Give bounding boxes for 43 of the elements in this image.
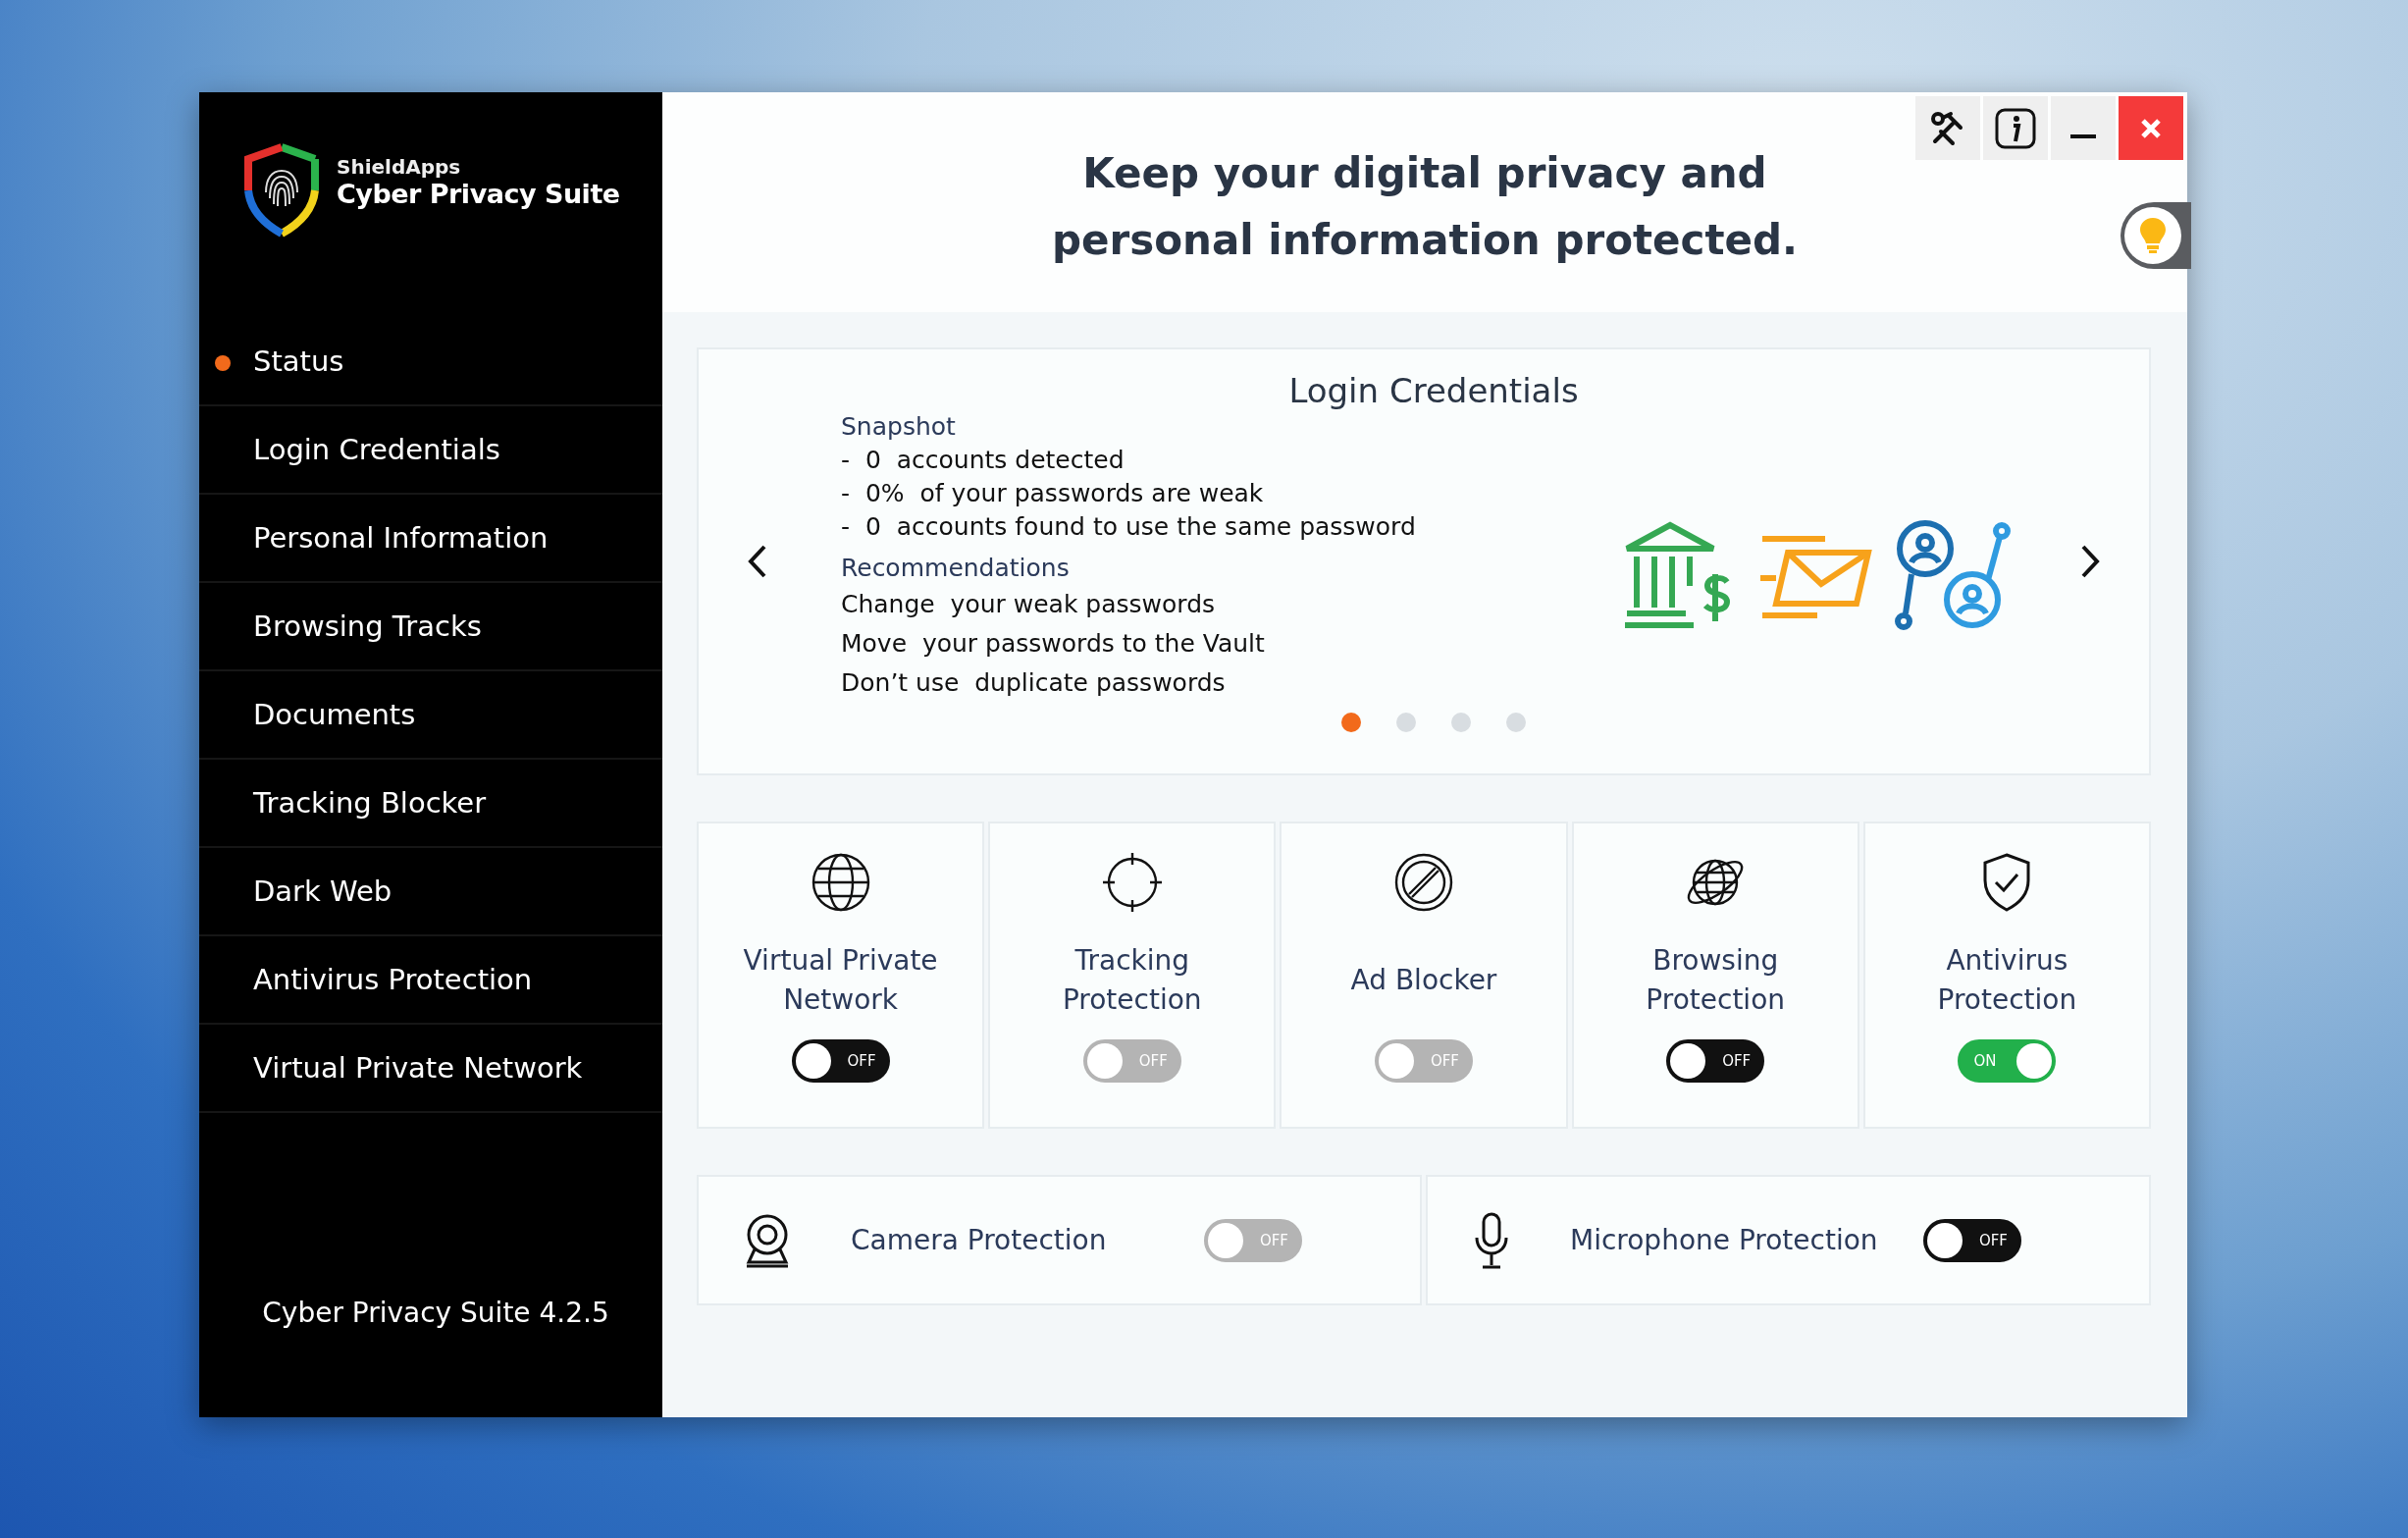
recommendation-line: Change your weak passwords — [841, 589, 1217, 620]
feature-label: Antivirus Protection — [1936, 943, 2078, 1018]
section-heading: Snapshot — [841, 411, 957, 443]
page-title: personal information protected. — [1051, 215, 1799, 266]
page-dot[interactable] — [1341, 713, 1361, 732]
card-title: Login Credentials — [1288, 371, 1579, 410]
lightbulb-icon — [2138, 216, 2168, 255]
section-heading: Recommendations — [841, 553, 1071, 584]
snapshot-line: - 0 accounts detected — [841, 445, 1125, 476]
close-icon — [2140, 117, 2162, 139]
tools-button[interactable] — [1915, 96, 1980, 160]
minimize-icon — [2070, 133, 2096, 138]
feature-label: Ad Blocker — [1350, 963, 1497, 998]
device-label: Microphone Protection — [1570, 1224, 1879, 1256]
tips-button[interactable] — [2120, 202, 2191, 269]
info-icon — [1994, 106, 2037, 150]
page-dot[interactable] — [1506, 713, 1526, 732]
toggle-switch[interactable]: OFF — [1666, 1039, 1765, 1083]
recommendation-line: Don’t use duplicate passwords — [841, 667, 1227, 699]
product-name: Cyber Privacy Suite — [337, 179, 620, 209]
people-network-icon — [1894, 519, 2012, 633]
page-dot[interactable] — [1451, 713, 1471, 732]
chevron-left-icon — [747, 544, 768, 579]
chevron-right-icon — [2079, 544, 2101, 579]
page-dot[interactable] — [1396, 713, 1416, 732]
toggle-switch[interactable]: OFF — [791, 1039, 890, 1083]
snapshot-line: - 0% of your passwords are weak — [841, 478, 1265, 509]
brand-name: ShieldApps — [337, 155, 462, 179]
ban-icon — [1392, 851, 1455, 914]
feature-label: Tracking Protection — [1061, 943, 1203, 1018]
info-button[interactable] — [1983, 96, 2048, 160]
snapshot-line: - 0 accounts found to use the same password — [841, 511, 1417, 543]
close-button[interactable] — [2119, 96, 2183, 160]
device-label: Camera Protection — [851, 1224, 1108, 1256]
version-label: Cyber Privacy Suite 4.2.5 — [261, 1297, 609, 1329]
feature-label: Virtual Private Network — [742, 943, 939, 1018]
toggle-switch[interactable]: OFF — [1923, 1218, 2021, 1262]
page-title: Keep your digital privacy and — [1082, 148, 1767, 199]
minimize-button[interactable] — [2051, 96, 2116, 160]
crosshair-icon — [1100, 851, 1164, 914]
feature-label: Browsing Protection — [1645, 943, 1786, 1018]
recommendation-line: Move your passwords to the Vault — [841, 628, 1266, 660]
shield-logo-icon — [242, 143, 321, 238]
